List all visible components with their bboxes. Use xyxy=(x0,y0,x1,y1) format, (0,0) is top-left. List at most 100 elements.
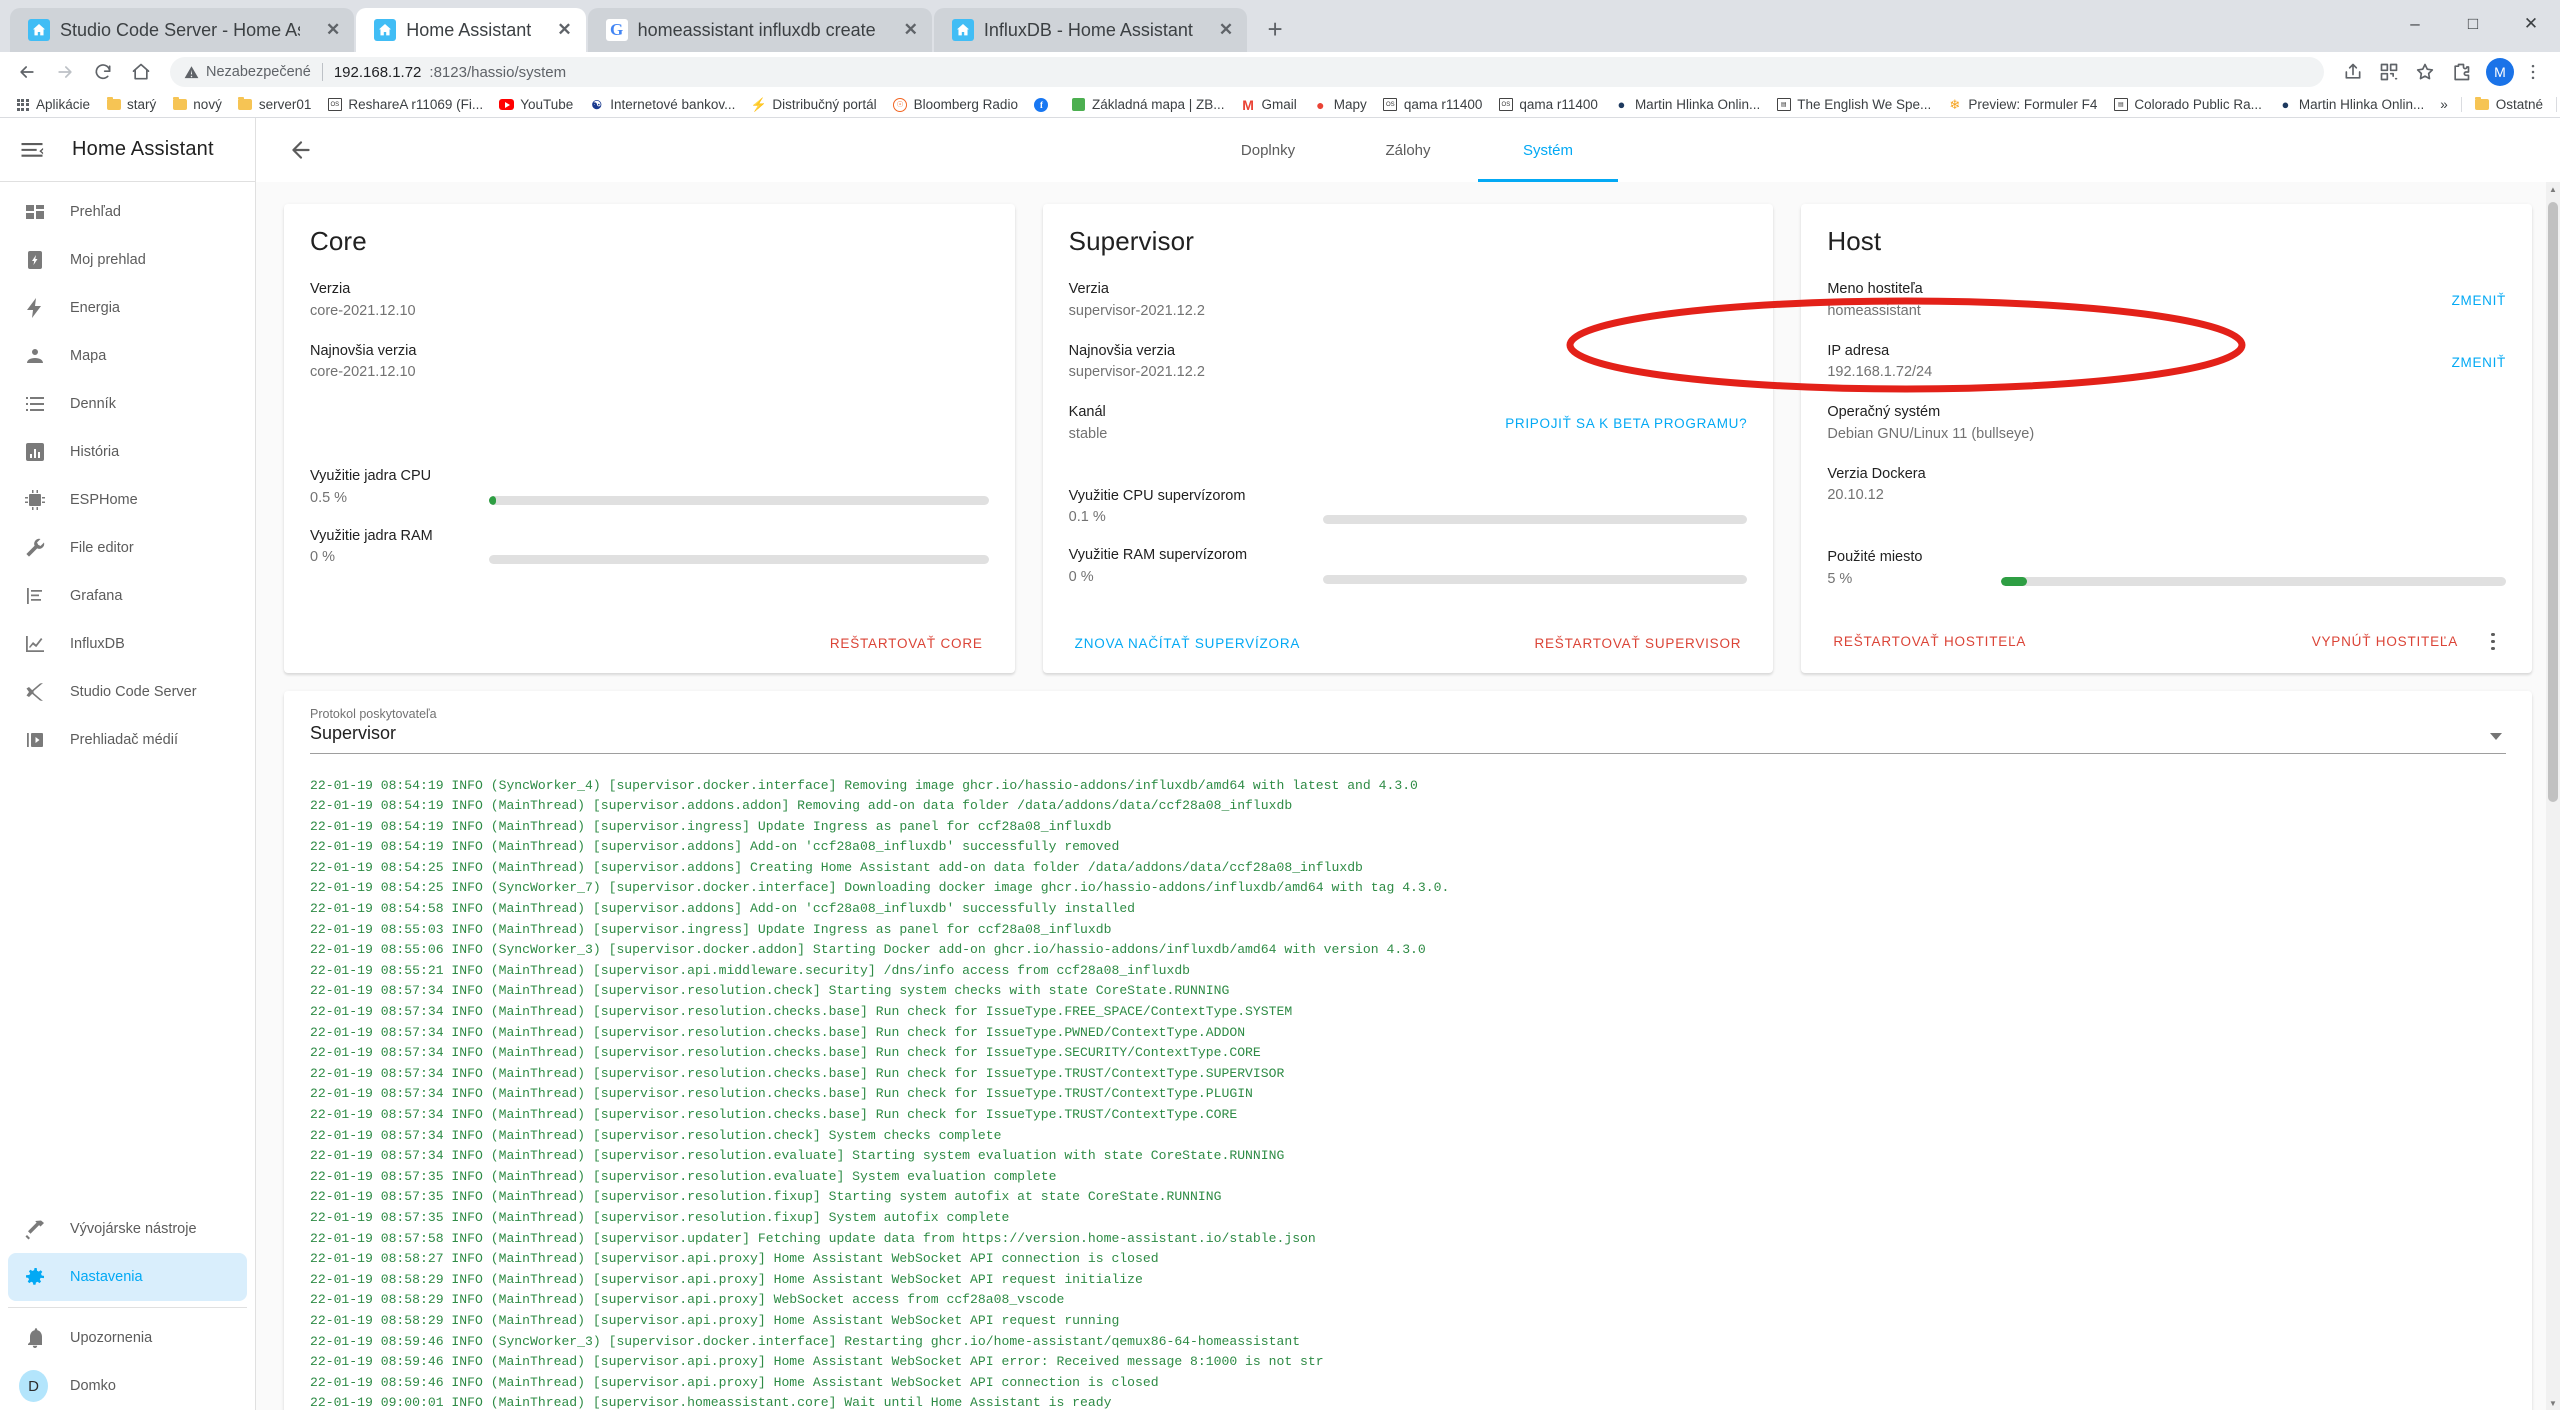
sidebar-item-energia[interactable]: Energia xyxy=(8,284,247,332)
page-scrollbar[interactable]: ▲ ▼ xyxy=(2546,182,2560,1410)
new-tab-button[interactable]: + xyxy=(1255,9,1295,49)
sidebar-item-grafana[interactable]: Grafana xyxy=(8,572,247,620)
system-cards: Core Verzia core-2021.12.10 Najnovšia ve… xyxy=(256,182,2560,673)
close-icon[interactable]: ✕ xyxy=(310,20,340,40)
bookmark-label: The English We Spe... xyxy=(1797,97,1932,112)
close-icon[interactable]: ✕ xyxy=(541,20,571,40)
sidebar-item-vyvojarske-nastroje[interactable]: Vývojárske nástroje xyxy=(8,1205,247,1253)
log-line: 22-01-19 08:54:19 INFO (MainThread) [sup… xyxy=(310,798,1293,814)
media-player-icon xyxy=(22,727,48,753)
sidebar-item-studio-code-server[interactable]: Studio Code Server xyxy=(8,668,247,716)
log-line: 22-01-19 08:59:46 INFO (MainThread) [sup… xyxy=(310,1354,1324,1370)
tab-zalohy[interactable]: Zálohy xyxy=(1338,118,1478,182)
change-ip-button[interactable]: ZMENIŤ xyxy=(2452,341,2506,370)
bookmark-gmail[interactable]: M Gmail xyxy=(1234,94,1304,115)
minimize-button[interactable]: – xyxy=(2386,0,2444,48)
scrollbar-thumb[interactable] xyxy=(2548,202,2558,802)
bookmark-youtube[interactable]: YouTube xyxy=(492,94,580,115)
maximize-button[interactable]: □ xyxy=(2444,0,2502,48)
share-icon[interactable] xyxy=(2336,55,2370,89)
forward-arrow-icon[interactable] xyxy=(48,55,82,89)
browser-tab-4[interactable]: InfluxDB - Home Assistant ✕ xyxy=(933,8,1248,52)
join-beta-button[interactable]: PRIPOJIŤ SA K BETA PROGRAMU? xyxy=(1505,416,1747,431)
sidebar-item-upozornenia[interactable]: Upozornenia xyxy=(8,1314,247,1362)
bookmark-mapy[interactable]: ● Mapy xyxy=(1306,94,1374,115)
bookmark-martin-hlinka-2[interactable]: ● Martin Hlinka Onlin... xyxy=(2271,94,2431,115)
main-content: Doplnky Zálohy Systém Core Verzia core-2… xyxy=(256,118,2560,1410)
restart-core-button[interactable]: REŠTARTOVAŤ CORE xyxy=(820,628,993,659)
sidebar-header: Home Assistant xyxy=(0,118,255,182)
close-window-button[interactable]: ✕ xyxy=(2502,0,2560,48)
bookmark-resharea[interactable]: OS ReshareA r11069 (Fi... xyxy=(320,94,490,115)
bookmark-internetbanking[interactable]: ☯ Internetové bankov... xyxy=(582,94,742,115)
sidebar-item-label: Mapa xyxy=(70,348,107,364)
sidebar-item-label: Vývojárske nástroje xyxy=(70,1221,197,1237)
not-secure-indicator[interactable]: Nezabezpečené xyxy=(184,64,311,80)
log-line: 22-01-19 08:57:34 INFO (MainThread) [sup… xyxy=(310,1045,1261,1061)
sidebar-item-historia[interactable]: História xyxy=(8,428,247,476)
bookmark-bloomberg-radio[interactable]: ☉ Bloomberg Radio xyxy=(886,94,1025,115)
browser-tab-2[interactable]: Home Assistant ✕ xyxy=(356,8,586,52)
bookmark-preview-formuler[interactable]: ❄ Preview: Formuler F4 xyxy=(1940,94,2104,115)
bookmark-colorado-public-radio[interactable]: ▤ Colorado Public Ra... xyxy=(2106,94,2269,115)
qr-code-icon[interactable] xyxy=(2372,55,2406,89)
back-arrow-icon[interactable] xyxy=(10,55,44,89)
log-provider-select[interactable]: Protokol poskytovateľa Supervisor xyxy=(310,707,2506,762)
browser-tab-1[interactable]: Studio Code Server - Home Assis ✕ xyxy=(10,8,355,52)
restart-supervisor-button[interactable]: REŠTARTOVAŤ SUPERVISOR xyxy=(1524,628,1751,659)
profile-avatar[interactable]: M xyxy=(2486,58,2514,86)
bookmark-english-we-speak[interactable]: ▤ The English We Spe... xyxy=(1769,94,1938,115)
tab-title: Studio Code Server - Home Assis xyxy=(60,19,300,40)
bookmark-facebook[interactable]: f xyxy=(1027,94,1062,115)
sidebar-item-prehliadac-medii[interactable]: Prehliadač médií xyxy=(8,716,247,764)
bookmark-novy[interactable]: nový xyxy=(165,94,229,115)
bookmark-label: Internetové bankov... xyxy=(610,97,736,112)
sidebar-item-user-profile[interactable]: D Domko xyxy=(8,1362,247,1410)
bookmark-apps[interactable]: Aplikácie xyxy=(8,94,97,115)
kebab-menu-icon[interactable] xyxy=(2476,625,2510,659)
select-value: Supervisor xyxy=(310,723,2506,754)
sidebar-item-nastavenia[interactable]: Nastavenia xyxy=(8,1253,247,1301)
meter-value: 5 % xyxy=(1827,570,1853,587)
bookmark-zakladna-mapa[interactable]: Základná mapa | ZB... xyxy=(1064,94,1232,115)
bookmark-martin-hlinka-1[interactable]: ● Martin Hlinka Onlin... xyxy=(1607,94,1767,115)
shutdown-host-button[interactable]: VYPNÚŤ HOSTITEĽA xyxy=(2302,626,2468,657)
sidebar-title: Home Assistant xyxy=(72,138,214,160)
extensions-icon[interactable] xyxy=(2444,55,2478,89)
sidebar-item-file-editor[interactable]: File editor xyxy=(8,524,247,572)
sidebar-item-mapa[interactable]: Mapa xyxy=(8,332,247,380)
scroll-up-arrow-icon[interactable]: ▲ xyxy=(2546,182,2560,196)
browser-tab-3[interactable]: G homeassistant influxdb create ho ✕ xyxy=(587,8,932,52)
sidebar-item-moj-prehlad[interactable]: Moj prehlad xyxy=(8,236,247,284)
home-icon[interactable] xyxy=(124,55,158,89)
scroll-down-arrow-icon[interactable]: ▼ xyxy=(2546,1396,2560,1410)
reload-icon[interactable] xyxy=(86,55,120,89)
bookmark-qama-2[interactable]: OS qama r11400 xyxy=(1491,94,1605,115)
sidebar-item-prehlad[interactable]: Prehľad xyxy=(8,188,247,236)
bookmark-server01[interactable]: server01 xyxy=(231,94,319,115)
log-line: 22-01-19 08:57:58 INFO (MainThread) [sup… xyxy=(310,1230,1316,1246)
sidebar-item-esphome[interactable]: ESPHome xyxy=(8,476,247,524)
tab-doplnky[interactable]: Doplnky xyxy=(1198,118,1338,182)
bookmark-stary[interactable]: starý xyxy=(99,94,163,115)
bookmarks-overflow-button[interactable]: » xyxy=(2433,94,2455,115)
close-icon[interactable]: ✕ xyxy=(1203,20,1233,40)
reload-supervisor-button[interactable]: ZNOVA NAČÍTAŤ SUPERVÍZORA xyxy=(1065,628,1311,659)
arrow-left-icon[interactable] xyxy=(280,129,322,171)
bookmark-qama-1[interactable]: OS qama r11400 xyxy=(1376,94,1490,115)
close-icon[interactable]: ✕ xyxy=(888,20,918,40)
chrome-menu-icon[interactable] xyxy=(2516,55,2550,89)
change-hostname-button[interactable]: ZMENIŤ xyxy=(2452,279,2506,308)
hamburger-collapse-icon[interactable] xyxy=(18,136,46,164)
bookmark-star-icon[interactable] xyxy=(2408,55,2442,89)
log-line: 22-01-19 08:54:25 INFO (MainThread) [sup… xyxy=(310,859,1363,875)
tab-system[interactable]: Systém xyxy=(1478,118,1618,182)
sidebar-item-influxdb[interactable]: InfluxDB xyxy=(8,620,247,668)
bookmark-ostatne[interactable]: Ostatné xyxy=(2468,94,2550,115)
restart-host-button[interactable]: REŠTARTOVAŤ HOSTITEĽA xyxy=(1823,626,2036,657)
omnibox-divider xyxy=(321,63,323,81)
sidebar-item-dennik[interactable]: Denník xyxy=(8,380,247,428)
bookmark-distribucny-portal[interactable]: ⚡ Distribučný portál xyxy=(744,94,883,115)
address-bar[interactable]: Nezabezpečené 192.168.1.72:8123/hassio/s… xyxy=(170,57,2324,87)
chevron-down-icon[interactable] xyxy=(2490,732,2502,740)
